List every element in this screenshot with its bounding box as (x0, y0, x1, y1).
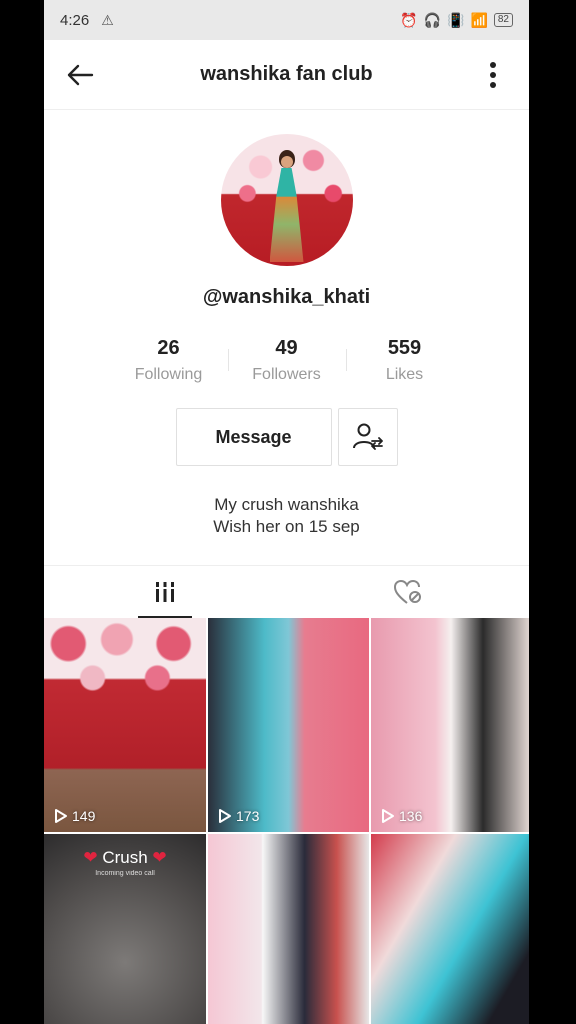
vibrate-icon: 📳 (447, 11, 465, 28)
stat-following-label: Following (134, 366, 203, 383)
play-icon (55, 809, 67, 823)
user-follow-icon (352, 423, 383, 450)
message-button[interactable]: Message (175, 408, 332, 466)
video-views: 149 (54, 808, 95, 824)
video-views: 173 (218, 808, 259, 824)
profile-section: @wanshika_khati 26 Following 49 Follower… (44, 134, 529, 538)
heart-icon: ❤ (83, 848, 98, 867)
video-thumbnail[interactable]: 149 (44, 618, 206, 832)
app-screen: 4:26 ⚠ ⏰ 🎧 📳 📶 82 wanshika fan club @wan… (44, 0, 529, 1024)
video-thumbnail[interactable] (208, 834, 369, 1024)
stat-likes-label: Likes (385, 366, 424, 383)
video-grid: 149 173 136 ❤ Crush ❤ Incoming video cal… (44, 618, 529, 1024)
bio-line-1: My crush wanshika (214, 495, 359, 514)
signal-icon: 📶 (470, 11, 488, 28)
status-time: 4:26 (60, 11, 90, 29)
more-options-button[interactable] (477, 59, 509, 91)
avatar[interactable] (220, 134, 353, 266)
stat-followers-value: 49 (275, 337, 298, 359)
battery-indicator: 82 (493, 13, 513, 27)
stat-likes-value: 559 (387, 337, 422, 359)
stat-followers-label: Followers (252, 366, 321, 383)
video-view-count: 136 (399, 808, 423, 824)
stat-followers[interactable]: 49 Followers (227, 337, 346, 384)
video-view-count: 149 (72, 808, 96, 824)
tab-videos[interactable] (44, 566, 287, 618)
stat-likes: 559 Likes (345, 337, 464, 384)
stat-following[interactable]: 26 Following (110, 337, 228, 384)
page-title: wanshika fan club (200, 63, 373, 85)
video-view-count: 173 (236, 808, 260, 824)
alarm-icon: ⏰ (400, 11, 418, 28)
headphones-icon: 🎧 (423, 11, 441, 28)
more-vertical-icon (489, 61, 496, 88)
video-caption: ❤ Crush ❤ Incoming video call (44, 848, 206, 877)
profile-username: @wanshika_khati (202, 286, 371, 308)
follow-toggle-button[interactable] (337, 408, 398, 466)
video-thumbnail[interactable]: ❤ Crush ❤ Incoming video call (44, 834, 206, 1024)
content-tabs (44, 565, 529, 618)
video-caption-text: Crush (102, 848, 148, 867)
profile-bio: My crush wanshika Wish her on 15 sep (44, 494, 529, 538)
top-bar: wanshika fan club (44, 40, 529, 110)
status-bar: 4:26 ⚠ ⏰ 🎧 📳 📶 82 (44, 0, 529, 40)
stat-following-value: 26 (157, 337, 180, 359)
video-thumbnail[interactable]: 136 (371, 618, 529, 832)
back-arrow-icon (67, 64, 94, 85)
play-icon (382, 809, 394, 823)
heart-icon: ❤ (152, 848, 167, 867)
video-thumbnail[interactable]: 173 (208, 618, 369, 832)
video-views: 136 (381, 808, 422, 824)
bio-line-2: Wish her on 15 sep (213, 517, 360, 536)
play-icon (219, 809, 231, 823)
video-subcaption: Incoming video call (95, 870, 155, 877)
profile-actions: Message (44, 408, 529, 466)
grid-icon (156, 582, 175, 602)
video-thumbnail[interactable] (371, 834, 529, 1024)
tab-liked[interactable] (287, 566, 530, 618)
back-button[interactable] (64, 59, 96, 91)
warning-icon: ⚠ (101, 11, 114, 28)
liked-heart-hidden-icon (393, 579, 421, 604)
profile-stats: 26 Following 49 Followers 559 Likes (44, 337, 529, 384)
